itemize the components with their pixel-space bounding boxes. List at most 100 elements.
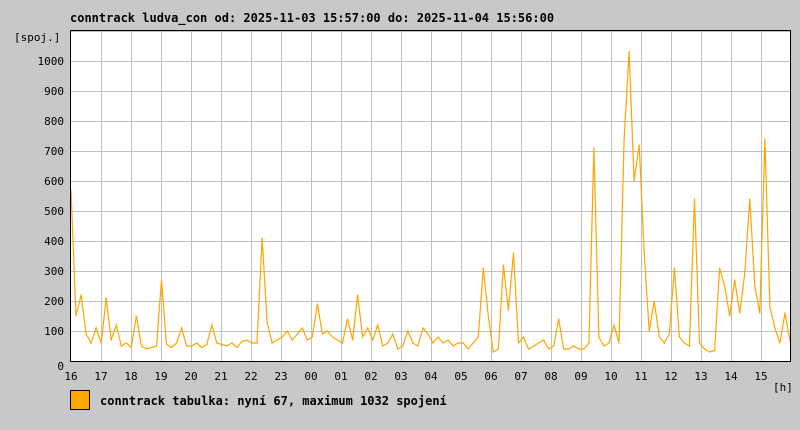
data-point: [573, 345, 575, 347]
data-point: [125, 342, 127, 344]
data-point: [527, 348, 530, 350]
data-point: [613, 324, 615, 326]
data-point: [663, 342, 665, 344]
data-point: [301, 327, 303, 329]
data-point: [75, 315, 77, 317]
data-point: [688, 345, 691, 347]
x-tick-label: 19: [154, 370, 167, 383]
data-point: [261, 237, 263, 239]
x-tick-label: 16: [64, 370, 77, 383]
data-point: [372, 339, 374, 341]
data-point: [507, 309, 510, 311]
y-tick-label: 200: [44, 295, 64, 308]
data-point: [457, 342, 459, 344]
data-point: [744, 273, 746, 275]
data-point: [538, 342, 540, 344]
data-point: [462, 342, 464, 344]
data-point: [678, 336, 680, 338]
data-point: [392, 333, 394, 335]
data-point: [638, 144, 640, 146]
data-point: [442, 342, 444, 344]
data-point: [593, 147, 595, 149]
data-point: [673, 267, 675, 269]
data-point: [105, 297, 107, 299]
data-point: [578, 348, 580, 350]
data-point: [196, 342, 198, 344]
data-point: [618, 342, 620, 344]
data-point: [316, 303, 318, 305]
data-point: [598, 336, 600, 338]
x-tick-label: 22: [244, 370, 257, 383]
data-point: [407, 330, 409, 332]
data-point: [522, 336, 525, 338]
data-point: [402, 345, 404, 347]
x-tick-label: 03: [394, 370, 407, 383]
data-point: [276, 339, 278, 341]
data-point: [246, 339, 248, 341]
y-tick-label: 100: [44, 325, 64, 338]
data-point: [266, 321, 268, 323]
data-point: [719, 267, 721, 269]
data-point: [447, 339, 449, 341]
data-point: [432, 342, 434, 344]
x-tick-label: 09: [574, 370, 587, 383]
data-point: [628, 50, 630, 53]
data-point: [221, 343, 223, 346]
data-point: [85, 333, 87, 335]
data-point: [382, 345, 384, 347]
data-point: [472, 342, 474, 344]
x-tick-label: 15: [754, 370, 767, 383]
data-point: [226, 345, 228, 347]
y-tick-label: 600: [44, 175, 64, 188]
data-point: [271, 342, 273, 344]
data-point: [633, 180, 635, 182]
data-point: [206, 343, 208, 346]
data-point: [80, 294, 82, 296]
data-point: [623, 138, 625, 140]
data-point: [341, 342, 344, 344]
data-point: [713, 349, 716, 352]
data-point: [100, 342, 102, 344]
legend-swatch: [70, 390, 90, 410]
data-point: [739, 312, 741, 314]
data-point: [291, 339, 293, 341]
data-point: [517, 342, 520, 344]
x-tick-label: 14: [724, 370, 738, 383]
x-tick-label: 11: [634, 370, 647, 383]
data-point: [703, 348, 706, 350]
x-tick-label: 10: [604, 370, 617, 383]
x-tick-label: 06: [484, 370, 497, 383]
data-point: [603, 345, 605, 347]
data-point: [482, 267, 484, 269]
data-point: [683, 342, 686, 344]
data-point: [170, 346, 173, 349]
data-point: [779, 342, 781, 344]
x-axis-label: [h]: [773, 381, 793, 394]
data-point: [558, 318, 560, 320]
data-point: [256, 342, 258, 344]
data-point: [155, 345, 158, 347]
data-point: [698, 342, 701, 344]
data-point: [296, 333, 298, 335]
data-point: [135, 315, 137, 317]
data-point: [362, 336, 364, 338]
x-tick-label: 08: [544, 370, 557, 383]
chart-plot: [spoj.] [h] 16 17 18 19 20 21 22 23 00 01 02 03 04 05…: [14, 30, 793, 394]
data-point: [437, 336, 439, 338]
data-point: [110, 339, 112, 341]
data-point: [553, 345, 555, 347]
data-point: [497, 348, 499, 350]
data-point: [724, 285, 726, 287]
data-point: [588, 342, 590, 344]
data-point: [658, 336, 660, 338]
data-point: [693, 198, 696, 200]
chart-container: conntrack ludva_con od: 2025-11-03 15:57…: [0, 0, 800, 430]
data-point: [231, 342, 233, 344]
data-point: [216, 342, 218, 344]
data-point: [181, 327, 183, 329]
data-point: [653, 300, 655, 302]
x-tick-label: 13: [694, 370, 707, 383]
y-tick-label: 400: [44, 235, 64, 248]
data-point: [211, 324, 213, 326]
data-point: [412, 342, 414, 344]
